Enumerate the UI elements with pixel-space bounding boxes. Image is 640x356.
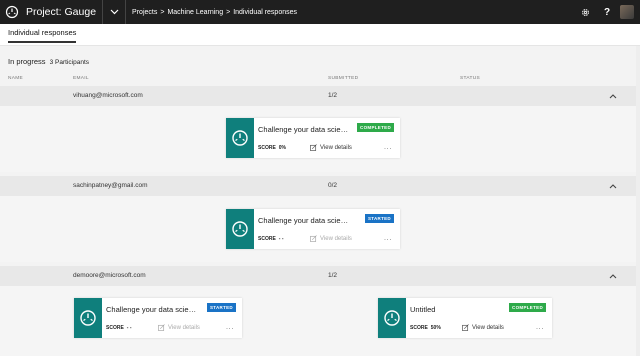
- breadcrumb-separator: >: [226, 8, 231, 16]
- project-title[interactable]: Project: Gauge: [26, 6, 96, 18]
- submitted-count: 1/2: [328, 92, 338, 99]
- view-details-label: View details: [320, 235, 352, 242]
- chevron-up-icon[interactable]: [608, 91, 618, 101]
- scrollbar[interactable]: [636, 46, 640, 356]
- view-details-label: View details: [320, 144, 352, 151]
- breadcrumb-individual-responses: Individual responses: [233, 8, 298, 16]
- status-line: In progress 3 Participants: [8, 57, 89, 66]
- response-card[interactable]: Untitled COMPLETED SCORE 50% View details…: [378, 298, 552, 338]
- column-status[interactable]: STATUS: [460, 76, 480, 81]
- score-label: SCORE: [258, 145, 276, 151]
- score: SCORE - -: [106, 325, 132, 331]
- survey-title[interactable]: Challenge your data scien...: [106, 305, 198, 314]
- view-details-link[interactable]: View details: [462, 324, 504, 331]
- view-details-link: View details: [158, 324, 200, 331]
- participant-responses: Challenge your data scien... STARTED SCO…: [0, 196, 636, 262]
- survey-title[interactable]: Untitled: [410, 305, 502, 314]
- response-card[interactable]: Challenge your data scien... COMPLETED S…: [226, 118, 400, 158]
- score-value: - -: [278, 236, 284, 242]
- view-details-label: View details: [168, 324, 200, 331]
- score-value: 0%: [278, 145, 287, 151]
- edit-icon: [310, 144, 317, 151]
- score-label: SCORE: [106, 325, 124, 331]
- submitted-count: 1/2: [328, 272, 338, 279]
- progress-status: In progress: [8, 57, 46, 66]
- chevron-down-icon[interactable]: [103, 0, 125, 24]
- gauge-icon: [378, 298, 406, 338]
- column-headers: NAME EMAIL SUBMITTED STATUS: [0, 76, 640, 86]
- breadcrumb-separator: >: [160, 8, 165, 16]
- more-options-button[interactable]: ...: [384, 142, 392, 151]
- score: SCORE 50%: [410, 325, 441, 331]
- column-email[interactable]: EMAIL: [73, 76, 89, 81]
- score: SCORE - -: [258, 236, 284, 242]
- participant-email: demoore@microsoft.com: [73, 272, 146, 279]
- participant-row[interactable]: vihuang@microsoft.com 1/2: [0, 86, 636, 106]
- score-value: - -: [126, 325, 132, 331]
- participant-count: 3 Participants: [49, 59, 90, 66]
- gauge-icon: [226, 209, 254, 249]
- column-submitted[interactable]: SUBMITTED: [328, 76, 358, 81]
- status-badge: COMPLETED: [357, 123, 394, 132]
- breadcrumb-projects[interactable]: Projects: [132, 9, 157, 16]
- breadcrumb: Projects > Machine Learning > Individual…: [132, 9, 297, 16]
- submitted-count: 0/2: [328, 182, 338, 189]
- divider: [125, 0, 127, 24]
- survey-title[interactable]: Challenge your data scien...: [258, 216, 350, 225]
- edit-icon: [462, 324, 469, 331]
- breadcrumb-machine-learning[interactable]: Machine Learning: [167, 9, 223, 16]
- status-badge: COMPLETED: [509, 303, 546, 312]
- view-details-label: View details: [472, 324, 504, 331]
- top-bar: Project: Gauge Projects > Machine Learni…: [0, 0, 640, 24]
- response-card[interactable]: Challenge your data scien... STARTED SCO…: [74, 298, 242, 338]
- chevron-up-icon[interactable]: [608, 271, 618, 281]
- edit-icon: [310, 235, 317, 242]
- participant-email: sachinpatney@gmail.com: [73, 182, 148, 189]
- participant-responses: Challenge your data scien... COMPLETED S…: [0, 106, 636, 172]
- score-label: SCORE: [410, 325, 428, 331]
- status-badge: STARTED: [206, 303, 236, 312]
- gauge-icon: [226, 118, 254, 158]
- tab-bar: Individual responses: [0, 24, 640, 46]
- view-details-link: View details: [310, 235, 352, 242]
- participant-row[interactable]: sachinpatney@gmail.com 0/2: [0, 176, 636, 196]
- column-name[interactable]: NAME: [8, 76, 23, 81]
- score-label: SCORE: [258, 236, 276, 242]
- participant-email: vihuang@microsoft.com: [73, 92, 143, 99]
- more-options-button[interactable]: ...: [536, 322, 544, 331]
- help-button[interactable]: ?: [598, 0, 616, 24]
- survey-title[interactable]: Challenge your data scien...: [258, 125, 350, 134]
- edit-icon: [158, 324, 165, 331]
- participant-responses: Challenge your data scien... STARTED SCO…: [0, 286, 636, 356]
- view-details-link[interactable]: View details: [310, 144, 352, 151]
- gear-icon[interactable]: [576, 0, 594, 24]
- gauge-logo-icon[interactable]: [2, 0, 22, 24]
- avatar[interactable]: [620, 5, 634, 19]
- more-options-button[interactable]: ...: [384, 233, 392, 242]
- more-options-button[interactable]: ...: [226, 322, 234, 331]
- status-badge: STARTED: [364, 214, 394, 223]
- gauge-icon: [74, 298, 102, 338]
- score-value: 50%: [430, 325, 441, 331]
- chevron-up-icon[interactable]: [608, 181, 618, 191]
- score: SCORE 0%: [258, 145, 286, 151]
- response-card[interactable]: Challenge your data scien... STARTED SCO…: [226, 209, 400, 249]
- tab-individual-responses[interactable]: Individual responses: [8, 28, 77, 43]
- participant-row[interactable]: demoore@microsoft.com 1/2: [0, 266, 636, 286]
